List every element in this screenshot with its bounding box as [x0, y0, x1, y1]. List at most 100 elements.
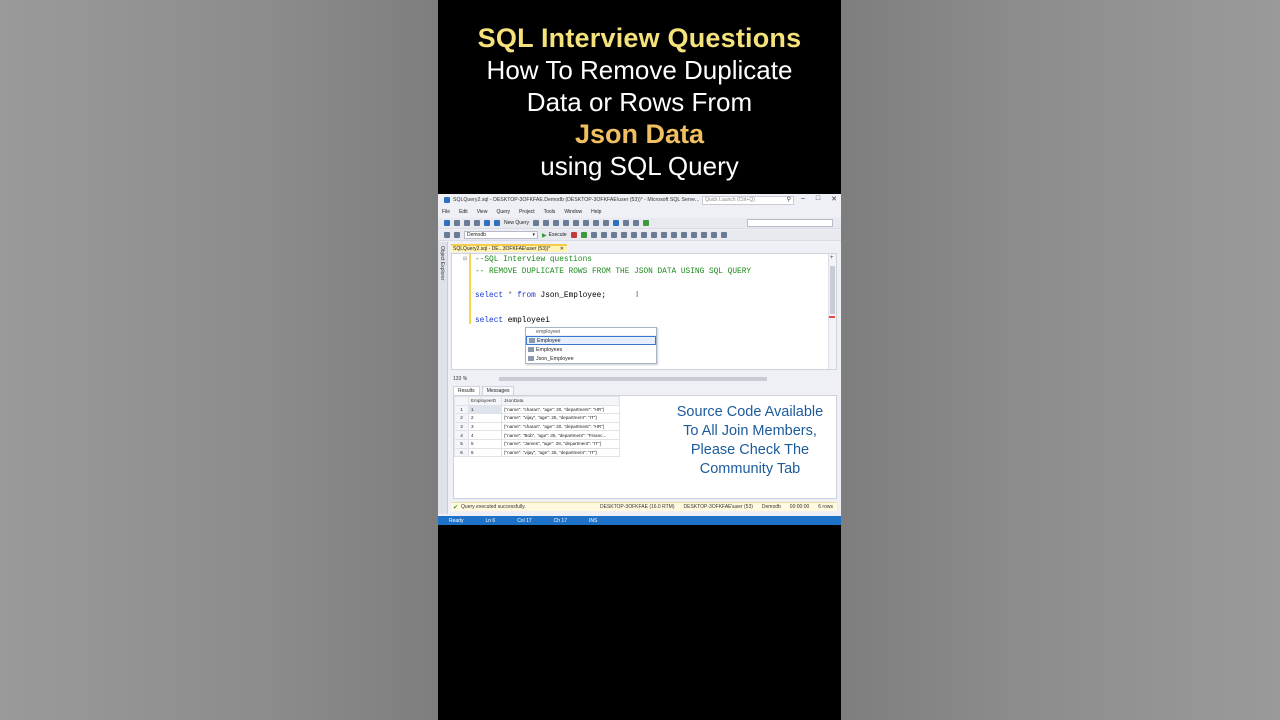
query-editor[interactable]: ⊟ --SQL Interview questions -- REMOVE DU… — [451, 253, 837, 370]
editor-vertical-scrollbar[interactable]: + — [828, 254, 836, 369]
title-line-3: Data or Rows From — [526, 87, 753, 117]
menu-file[interactable]: File — [442, 209, 450, 215]
menu-bar: File Edit View Query Project Tools Windo… — [438, 207, 601, 217]
line-indicator: Ln 6 — [485, 517, 496, 524]
close-tab-icon[interactable]: ✕ — [560, 246, 564, 252]
redo-icon[interactable] — [623, 220, 630, 226]
menu-window[interactable]: Window — [564, 209, 582, 215]
results-to-grid-icon[interactable] — [660, 232, 667, 238]
cell-json-data[interactable]: {"name": "vijay", "age": 25, "department… — [501, 413, 620, 423]
tab-label: SQLQuery2.sql - DE...3OFKFAE\user (53))* — [453, 246, 551, 252]
execute-button[interactable]: ▶ Execute — [542, 232, 567, 239]
cell-employee-id[interactable]: 1 — [468, 404, 502, 415]
analysis-query-icon[interactable] — [543, 220, 550, 226]
maximize-button[interactable]: □ — [816, 195, 820, 203]
blurred-background-right — [841, 0, 1280, 720]
menu-edit[interactable]: Edit — [459, 209, 468, 215]
cell-employee-id[interactable]: 6 — [468, 447, 502, 458]
db-engine-query-icon[interactable] — [533, 220, 540, 226]
new-query-button[interactable]: New Query — [504, 220, 529, 226]
cell-employee-id[interactable]: 3 — [468, 421, 502, 432]
scroll-thumb[interactable] — [830, 266, 835, 314]
minimize-button[interactable]: – — [801, 195, 805, 203]
results-grid[interactable]: EmployeeID JsonData 1 1 {"name": "charan… — [454, 396, 620, 458]
intellisense-icon[interactable] — [610, 232, 617, 238]
cell-json-data[interactable]: {"name": "vijay", "age": 25, "department… — [501, 447, 620, 458]
display-plan-icon[interactable] — [590, 232, 597, 238]
cell-employee-id[interactable]: 4 — [468, 430, 502, 440]
collapse-icon[interactable]: ⊟ — [463, 256, 467, 262]
keyword-select: select — [475, 292, 504, 300]
save-all-icon[interactable] — [494, 220, 500, 226]
tab-messages[interactable]: Messages — [481, 386, 515, 395]
solution-config-dropdown[interactable] — [747, 219, 833, 227]
split-plus-icon[interactable]: + — [830, 255, 834, 261]
solution-icon[interactable] — [643, 220, 650, 226]
connect-icon[interactable] — [444, 232, 450, 238]
open-file-icon[interactable] — [474, 220, 480, 226]
results-to-text-icon[interactable] — [650, 232, 657, 238]
client-stats-icon[interactable] — [640, 232, 647, 238]
mdx-query-icon[interactable] — [553, 220, 560, 226]
code-line-4: select employeei — [475, 317, 550, 325]
quick-launch-input[interactable]: Quick Launch (Ctrl+Q) ⚲ — [702, 196, 794, 205]
intellisense-label: Employees — [536, 346, 563, 353]
change-connection-icon[interactable] — [454, 232, 460, 238]
cancel-query-icon[interactable] — [570, 232, 577, 238]
save-icon[interactable] — [484, 220, 490, 226]
cell-employee-id[interactable]: 5 — [468, 438, 502, 449]
table-row[interactable]: 4 4 {"name": "Bob", "age": 35, "departme… — [454, 430, 620, 440]
indent-icon[interactable] — [710, 232, 717, 238]
comment-icon[interactable] — [680, 232, 687, 238]
new-project-icon[interactable] — [464, 220, 470, 226]
editor-horizontal-scrollbar[interactable] — [499, 377, 767, 381]
table-row[interactable]: 5 5 {"name": "James", "age": 28, "depart… — [454, 438, 620, 449]
parse-icon[interactable] — [580, 232, 587, 238]
intellisense-item-employees[interactable]: Employees — [526, 345, 656, 354]
cell-json-data[interactable]: {"name": "Bob", "age": 35, "department":… — [501, 430, 620, 440]
cut-icon[interactable] — [583, 220, 590, 226]
play-icon: ▶ — [542, 232, 547, 239]
tab-sqlquery2[interactable]: SQLQuery2.sql - DE...3OFKFAE\user (53))*… — [451, 244, 567, 252]
specify-values-icon[interactable] — [720, 232, 727, 238]
cell-json-data[interactable]: {"name": "charan", "age": 30, "departmen… — [501, 404, 620, 415]
table-row[interactable]: 3 3 {"name": "charan", "age": 30, "depar… — [454, 421, 620, 432]
copy-icon[interactable] — [593, 220, 600, 226]
table-row[interactable]: 2 2 {"name": "vijay", "age": 25, "depart… — [454, 413, 620, 423]
table-row[interactable]: 6 6 {"name": "vijay", "age": 25, "depart… — [454, 447, 620, 458]
dmx-query-icon[interactable] — [563, 220, 570, 226]
notice-line-2: To All Join Members, — [683, 423, 817, 439]
live-stats-icon[interactable] — [630, 232, 637, 238]
menu-help[interactable]: Help — [591, 209, 601, 215]
search-icon: ⚲ — [786, 197, 791, 203]
cell-json-data[interactable]: {"name": "charan", "age": 30, "departmen… — [501, 421, 620, 432]
menu-view[interactable]: View — [477, 209, 488, 215]
results-to-file-icon[interactable] — [670, 232, 677, 238]
paste-icon[interactable] — [603, 220, 610, 226]
menu-project[interactable]: Project — [519, 209, 535, 215]
intellisense-item-json-employee[interactable]: Json_Employee — [526, 354, 656, 363]
activity-monitor-icon[interactable] — [633, 220, 640, 226]
tab-results[interactable]: Results — [453, 386, 480, 395]
back-icon[interactable] — [444, 220, 450, 226]
uncomment-icon[interactable] — [690, 232, 697, 238]
menu-tools[interactable]: Tools — [544, 209, 556, 215]
database-dropdown[interactable]: Demodb ▾ — [464, 231, 538, 239]
outdent-icon[interactable] — [700, 232, 707, 238]
close-button[interactable]: ✕ — [831, 195, 837, 203]
column-header[interactable]: JsonData — [501, 396, 620, 406]
intellisense-item-employee[interactable]: Employee — [526, 336, 656, 345]
query-options-icon[interactable] — [600, 232, 607, 238]
cell-employee-id[interactable]: 2 — [468, 413, 502, 423]
cell-json-data[interactable]: {"name": "James", "age": 28, "department… — [501, 438, 620, 449]
xmla-query-icon[interactable] — [573, 220, 580, 226]
menu-query[interactable]: Query — [496, 209, 510, 215]
forward-icon[interactable] — [454, 220, 460, 226]
undo-icon[interactable] — [613, 220, 620, 226]
column-header[interactable]: EmployeeID — [468, 396, 502, 406]
zoom-level[interactable]: 133 % — [453, 376, 467, 382]
include-plan-icon[interactable] — [620, 232, 627, 238]
status-time: 00:00:00 — [789, 504, 810, 510]
object-explorer-tab[interactable]: Object Explorer — [438, 242, 448, 514]
table-row[interactable]: 1 1 {"name": "charan", "age": 30, "depar… — [454, 404, 620, 415]
